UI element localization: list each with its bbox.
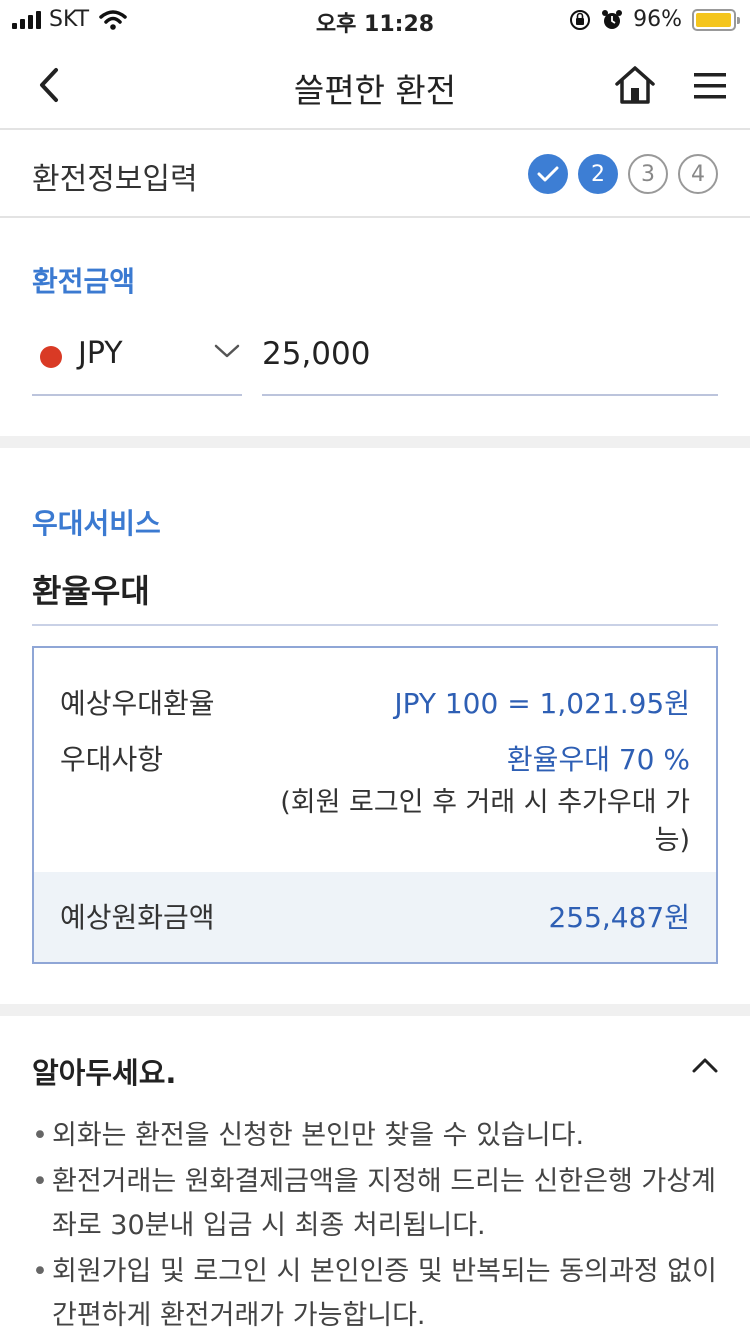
step-header: 환전정보입력 2 3 4 xyxy=(0,132,750,218)
total-value: 255,487원 xyxy=(548,901,690,934)
check-icon xyxy=(537,166,559,182)
preferential-service-section: 우대서비스 환율우대 예상우대환율 JPY 100 = 1,021.95원 우대… xyxy=(0,448,750,1004)
currency-code: JPY xyxy=(78,336,123,371)
battery-level xyxy=(696,12,731,27)
section-divider xyxy=(0,436,750,448)
battery-percent: 96% xyxy=(633,7,682,32)
hamburger-menu-icon[interactable] xyxy=(692,70,728,102)
navigation-bar: 쓸편한 환전 xyxy=(0,40,750,130)
rate-value: JPY 100 = 1,021.95원 xyxy=(394,687,690,720)
japan-flag-icon xyxy=(40,346,62,368)
home-icon[interactable] xyxy=(612,62,658,108)
benefit-value: 환율우대 70 % xyxy=(506,743,690,776)
preferential-detail-box: 예상우대환율 JPY 100 = 1,021.95원 우대사항 환율우대 70 … xyxy=(32,646,718,964)
step-title: 환전정보입력 xyxy=(32,162,198,197)
step-4: 4 xyxy=(678,154,718,194)
chevron-down-icon xyxy=(214,344,240,358)
amount-input[interactable]: 25,000 xyxy=(262,330,718,396)
orientation-lock-icon xyxy=(570,9,591,30)
exchange-amount-section: 환전금액 JPY 25,000 xyxy=(0,218,750,436)
rate-label: 예상우대환율 xyxy=(60,687,215,720)
status-bar: SKT 오후 11:28 96% xyxy=(0,0,750,40)
benefit-note: (회원 로그인 후 거래 시 추가우대 가능) xyxy=(280,787,690,856)
total-row: 예상원화금액 255,487원 xyxy=(34,872,716,962)
step-indicator: 2 3 4 xyxy=(528,154,718,194)
alarm-icon xyxy=(602,9,623,29)
step-3: 3 xyxy=(628,154,668,194)
notice-item: 외화는 환전을 신청한 본인만 찾을 수 있습니다. xyxy=(32,1114,722,1158)
currency-select[interactable]: JPY xyxy=(32,330,242,396)
benefit-label: 우대사항 xyxy=(60,743,164,776)
notice-item: 환전거래는 원화결제금액을 지정해 드리는 신한은행 가상계좌로 30분내 입금… xyxy=(32,1160,722,1248)
divider xyxy=(32,624,718,626)
step-2-active: 2 xyxy=(578,154,618,194)
total-label: 예상원화금액 xyxy=(60,901,215,934)
section-divider xyxy=(0,1004,750,1016)
notice-list: 외화는 환전을 신청한 본인만 찾을 수 있습니다. 환전거래는 원화결제금액을… xyxy=(32,1114,722,1334)
chevron-up-icon[interactable] xyxy=(690,1054,720,1076)
step-1-done xyxy=(528,154,568,194)
battery-icon xyxy=(692,8,740,31)
notice-item: 회원가입 및 로그인 시 본인인증 및 반복되는 동의과정 없이 간편하게 환전… xyxy=(32,1250,722,1334)
notice-section: 알아두세요. 외화는 환전을 신청한 본인만 찾을 수 있습니다. 환전거래는 … xyxy=(0,1016,750,1334)
status-right: 96% xyxy=(569,7,740,32)
preferential-service-label: 우대서비스 xyxy=(32,507,161,540)
preferential-type: 환율우대 xyxy=(32,572,150,610)
notice-title: 알아두세요. xyxy=(32,1056,177,1090)
exchange-amount-label: 환전금액 xyxy=(32,265,136,298)
